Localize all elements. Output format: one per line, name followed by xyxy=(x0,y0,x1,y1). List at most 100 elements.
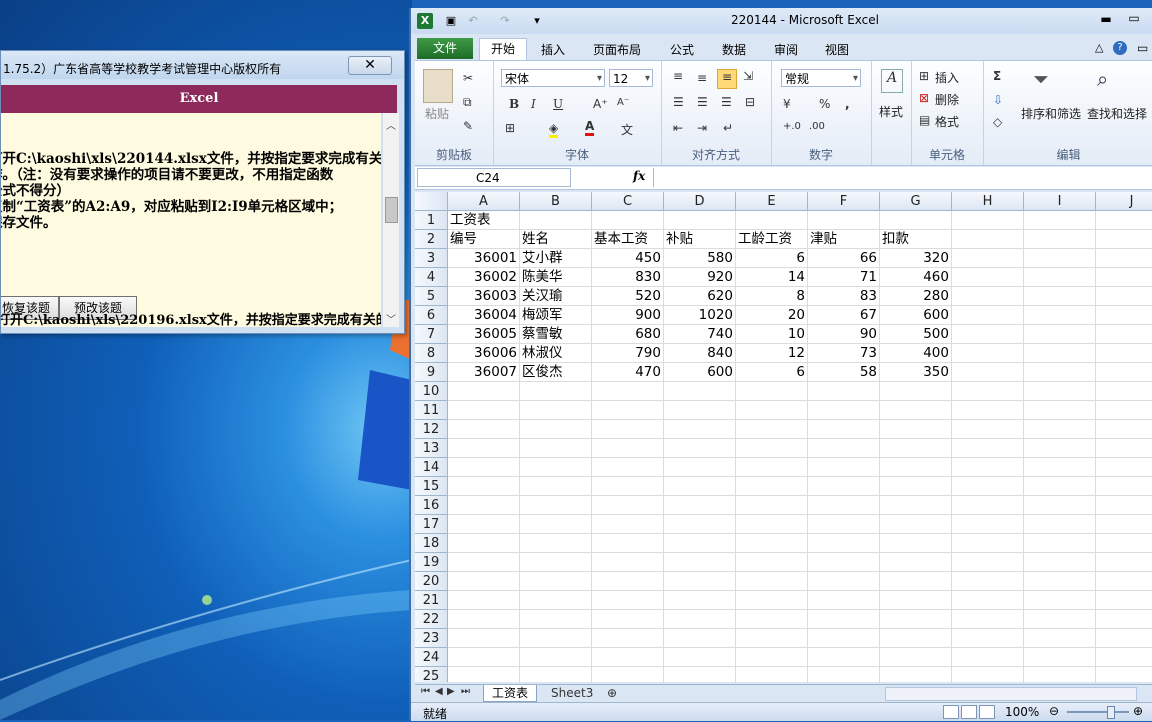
cell[interactable]: 580 xyxy=(664,249,736,268)
row-header[interactable]: 1 xyxy=(415,211,448,230)
copy-icon[interactable]: ⧉ xyxy=(463,95,472,110)
cell[interactable]: 蔡雪敏 xyxy=(520,325,592,344)
undo-icon[interactable]: ↶ xyxy=(465,13,481,29)
cell[interactable] xyxy=(1024,268,1096,287)
cell[interactable] xyxy=(808,458,880,477)
zoom-in-icon[interactable]: ⊕ xyxy=(1133,704,1143,718)
cell[interactable] xyxy=(952,610,1024,629)
format-cells-button[interactable]: 格式 xyxy=(935,113,959,130)
cell[interactable] xyxy=(808,496,880,515)
cell[interactable]: 区俊杰 xyxy=(520,363,592,382)
bold-icon[interactable]: B xyxy=(509,97,519,111)
cell[interactable] xyxy=(664,496,736,515)
find-select-button[interactable]: 查找和选择 xyxy=(1087,105,1147,122)
cell[interactable] xyxy=(1024,629,1096,648)
cell[interactable] xyxy=(1096,211,1152,230)
cell[interactable] xyxy=(448,667,520,682)
row-header[interactable]: 19 xyxy=(415,553,448,572)
tab-file[interactable]: 文件 xyxy=(417,38,473,59)
cell[interactable] xyxy=(808,648,880,667)
row-header[interactable]: 13 xyxy=(415,439,448,458)
cell[interactable]: 编号 xyxy=(448,230,520,249)
cell[interactable] xyxy=(736,591,808,610)
cell[interactable] xyxy=(448,477,520,496)
cell[interactable]: 20 xyxy=(736,306,808,325)
tab-data[interactable]: 数据 xyxy=(722,41,746,58)
cell[interactable]: 36001 xyxy=(448,249,520,268)
cell[interactable] xyxy=(880,382,952,401)
cell[interactable] xyxy=(736,458,808,477)
cell[interactable] xyxy=(1096,363,1152,382)
cell[interactable]: 600 xyxy=(880,306,952,325)
cell[interactable]: 71 xyxy=(808,268,880,287)
cell[interactable] xyxy=(1096,420,1152,439)
cell[interactable]: 林淑仪 xyxy=(520,344,592,363)
cell[interactable]: 工龄工资 xyxy=(736,230,808,249)
cell[interactable] xyxy=(1096,458,1152,477)
cell[interactable] xyxy=(448,534,520,553)
cell[interactable] xyxy=(448,382,520,401)
cell[interactable] xyxy=(520,211,592,230)
cell[interactable] xyxy=(880,458,952,477)
cell[interactable]: 36007 xyxy=(448,363,520,382)
format-cells-icon[interactable]: ▤ xyxy=(919,113,930,127)
cell[interactable] xyxy=(808,629,880,648)
help-icon[interactable]: ? xyxy=(1113,41,1127,55)
cell[interactable] xyxy=(448,515,520,534)
row-header[interactable]: 10 xyxy=(415,382,448,401)
cell[interactable] xyxy=(664,610,736,629)
borders-icon[interactable]: ⊞ xyxy=(505,121,515,135)
cell[interactable] xyxy=(880,401,952,420)
cell[interactable] xyxy=(952,230,1024,249)
cell[interactable] xyxy=(1096,401,1152,420)
cell[interactable]: 90 xyxy=(808,325,880,344)
cell[interactable] xyxy=(520,496,592,515)
cell[interactable] xyxy=(1096,249,1152,268)
cell[interactable] xyxy=(1096,610,1152,629)
cell[interactable]: 14 xyxy=(736,268,808,287)
align-bottom-icon[interactable]: ≡ xyxy=(717,69,737,89)
cell[interactable] xyxy=(592,515,664,534)
cell[interactable] xyxy=(448,648,520,667)
cell[interactable] xyxy=(952,667,1024,682)
cell[interactable] xyxy=(736,572,808,591)
cell[interactable]: 艾小群 xyxy=(520,249,592,268)
zoom-slider-knob[interactable] xyxy=(1107,706,1115,719)
cell[interactable] xyxy=(520,591,592,610)
cell[interactable] xyxy=(1024,591,1096,610)
format-painter-icon[interactable]: ✎ xyxy=(463,119,473,133)
row-header[interactable]: 24 xyxy=(415,648,448,667)
cell[interactable] xyxy=(952,591,1024,610)
row-header[interactable]: 5 xyxy=(415,287,448,306)
cell[interactable] xyxy=(1024,496,1096,515)
cell[interactable] xyxy=(592,553,664,572)
cell[interactable] xyxy=(1024,515,1096,534)
cell[interactable] xyxy=(952,572,1024,591)
cell[interactable] xyxy=(520,629,592,648)
cell[interactable] xyxy=(736,401,808,420)
cell[interactable] xyxy=(592,458,664,477)
cell[interactable] xyxy=(1024,572,1096,591)
sheet-tab-sheet3[interactable]: Sheet3 xyxy=(543,685,601,701)
cell[interactable] xyxy=(448,439,520,458)
cell[interactable]: 8 xyxy=(736,287,808,306)
cell[interactable]: 83 xyxy=(808,287,880,306)
cell[interactable] xyxy=(880,477,952,496)
row-header[interactable]: 2 xyxy=(415,230,448,249)
cell[interactable]: 陈美华 xyxy=(520,268,592,287)
cell[interactable] xyxy=(952,496,1024,515)
cell[interactable] xyxy=(664,477,736,496)
cell[interactable] xyxy=(1024,325,1096,344)
cell[interactable]: 关汉瑜 xyxy=(520,287,592,306)
maximize-icon[interactable]: ▭ xyxy=(1122,11,1146,25)
cell[interactable] xyxy=(808,420,880,439)
row-header[interactable]: 20 xyxy=(415,572,448,591)
row-header[interactable]: 22 xyxy=(415,610,448,629)
cell[interactable]: 36003 xyxy=(448,287,520,306)
cell[interactable] xyxy=(664,382,736,401)
sort-filter-icon[interactable]: ⏷ xyxy=(1033,67,1049,91)
close-button[interactable]: ✕ xyxy=(348,56,392,75)
percent-icon[interactable]: % xyxy=(819,97,830,111)
page-break-view-icon[interactable] xyxy=(979,705,995,719)
cell[interactable]: 280 xyxy=(880,287,952,306)
